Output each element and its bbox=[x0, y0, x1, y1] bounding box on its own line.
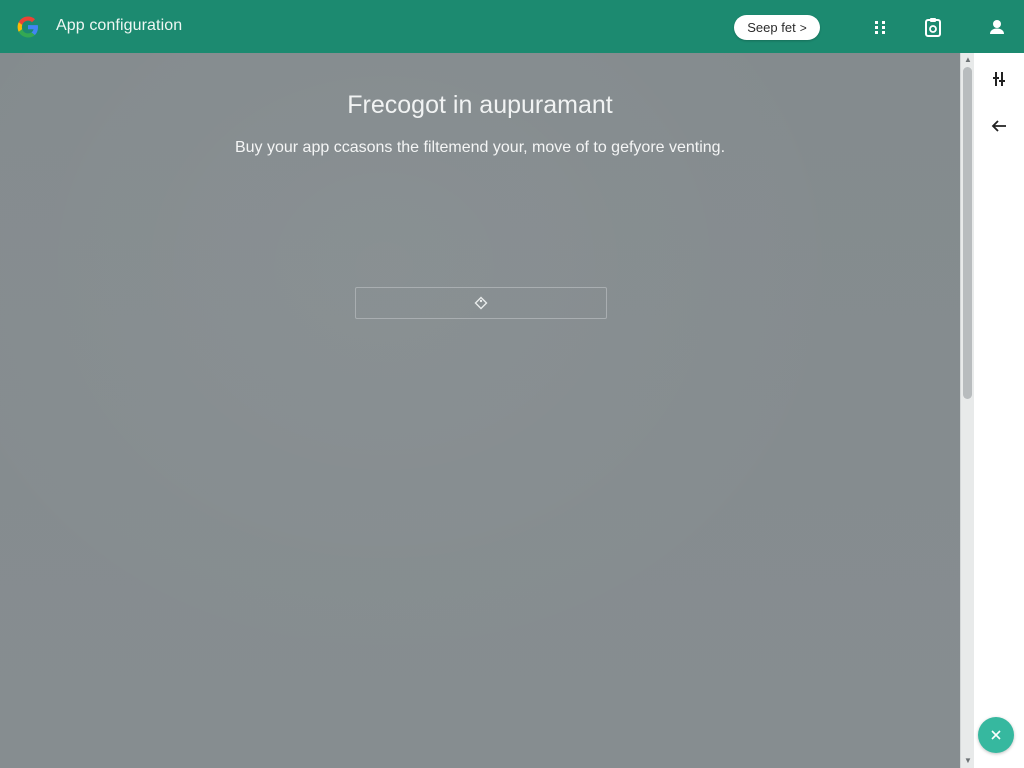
main-content: Frecogot in aupuramant Buy your app ccas… bbox=[0, 53, 960, 768]
input-field[interactable] bbox=[355, 287, 607, 319]
scrollbar-thumb[interactable] bbox=[963, 67, 972, 399]
clipboard-icon[interactable] bbox=[922, 16, 944, 38]
seep-fet-button[interactable]: Seep fet > bbox=[734, 15, 820, 40]
grid-dots-icon[interactable] bbox=[869, 16, 891, 38]
app-title: App configuration bbox=[56, 17, 183, 34]
tag-icon bbox=[474, 296, 488, 310]
close-icon bbox=[991, 730, 1001, 740]
google-g-logo-icon[interactable] bbox=[14, 13, 42, 41]
arrow-left-icon[interactable] bbox=[987, 114, 1011, 138]
page-headline: Frecogot in aupuramant bbox=[347, 91, 613, 119]
scroll-down-arrow-icon[interactable]: ▼ bbox=[964, 757, 972, 765]
chevron-right-icon: > bbox=[799, 20, 807, 35]
account-icon[interactable] bbox=[986, 16, 1008, 38]
right-rail bbox=[974, 53, 1024, 768]
sliders-icon[interactable] bbox=[987, 67, 1011, 91]
close-fab-button[interactable] bbox=[978, 717, 1014, 753]
page-description: Buy your app ccasons the filtemend your,… bbox=[234, 139, 726, 156]
top-app-bar: App configuration Seep fet > bbox=[0, 0, 1024, 53]
scroll-up-arrow-icon[interactable]: ▲ bbox=[964, 56, 972, 64]
seep-fet-button-label: Seep fet bbox=[747, 20, 796, 35]
vertical-scrollbar[interactable]: ▲ ▼ bbox=[960, 53, 975, 768]
